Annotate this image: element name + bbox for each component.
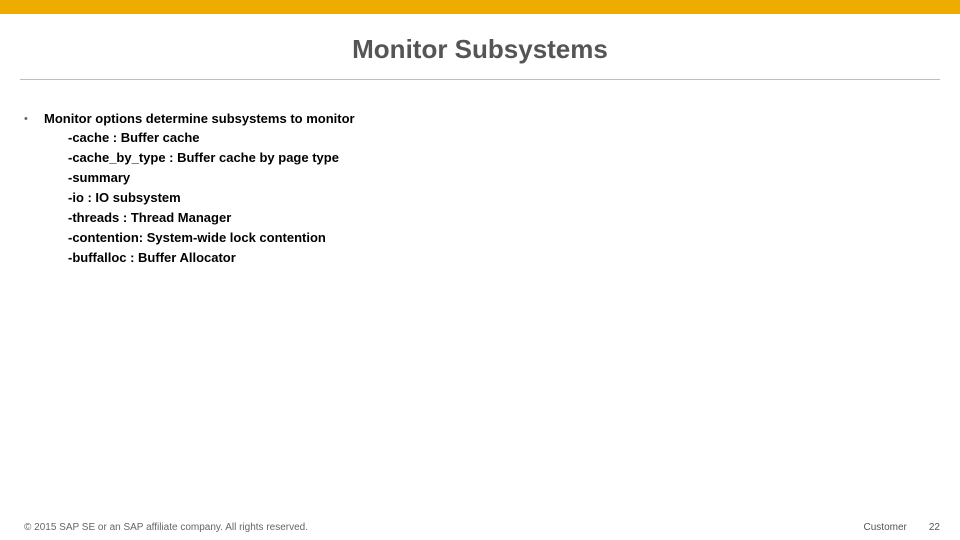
lead-text: Monitor options determine subsystems to …	[44, 110, 355, 128]
option-item: -io : IO subsystem	[68, 188, 936, 208]
options-list: -cache : Buffer cache -cache_by_type : B…	[24, 128, 936, 268]
content-area: • Monitor options determine subsystems t…	[0, 80, 960, 268]
option-item: -threads : Thread Manager	[68, 208, 936, 228]
accent-bar	[0, 0, 960, 14]
option-item: -summary	[68, 168, 936, 188]
page-number: 22	[929, 522, 940, 533]
footer-right: Customer 22	[864, 522, 940, 533]
option-item: -buffalloc : Buffer Allocator	[68, 248, 936, 268]
title-area: Monitor Subsystems	[0, 14, 960, 79]
copyright-text: © 2015 SAP SE or an SAP affiliate compan…	[24, 522, 308, 533]
bullet-icon: •	[24, 110, 44, 128]
audience-label: Customer	[864, 522, 907, 533]
footer: © 2015 SAP SE or an SAP affiliate compan…	[0, 514, 960, 540]
option-item: -cache_by_type : Buffer cache by page ty…	[68, 148, 936, 168]
option-item: -contention: System-wide lock contention	[68, 228, 936, 248]
option-item: -cache : Buffer cache	[68, 128, 936, 148]
slide-title: Monitor Subsystems	[0, 34, 960, 65]
bullet-row: • Monitor options determine subsystems t…	[24, 110, 936, 128]
